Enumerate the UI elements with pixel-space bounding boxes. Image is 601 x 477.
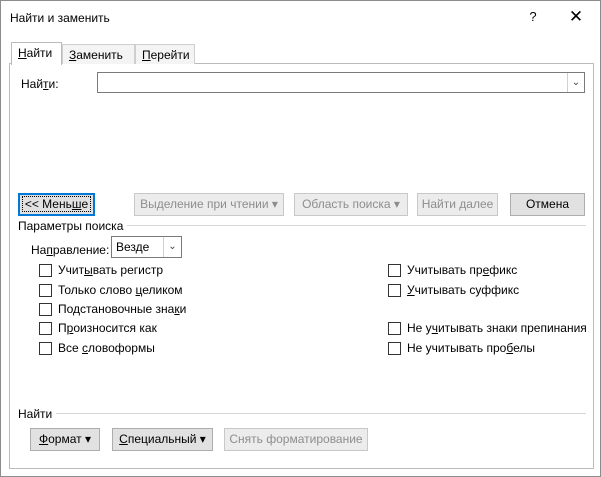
- format-button[interactable]: Формат ▾: [30, 428, 100, 451]
- find-section-title: Найти: [18, 407, 57, 421]
- tab-replace-label: аменить: [76, 48, 123, 62]
- help-button[interactable]: ?: [521, 5, 545, 29]
- search-options-title: Параметры поиска: [18, 219, 128, 233]
- special-button[interactable]: Специальный ▾: [112, 428, 213, 451]
- chevron-down-icon[interactable]: ⌄: [163, 237, 181, 257]
- tab-goto-label: ерейти: [150, 48, 190, 62]
- checkbox-box[interactable]: [388, 342, 401, 355]
- find-label: Найти:: [21, 77, 59, 91]
- tab-goto[interactable]: Перейти: [135, 44, 195, 64]
- cancel-button[interactable]: Отмена: [510, 193, 585, 216]
- tab-find-label: айти: [26, 46, 53, 60]
- checkbox-box[interactable]: [39, 303, 52, 316]
- checkbox-box[interactable]: [388, 322, 401, 335]
- window-title: Найти и заменить: [10, 11, 110, 25]
- checkbox-box[interactable]: [388, 264, 401, 277]
- checkbox-box[interactable]: [39, 264, 52, 277]
- less-button[interactable]: << Меньше: [18, 193, 95, 216]
- find-section-divider: [21, 413, 586, 414]
- checkbox-box[interactable]: [39, 284, 52, 297]
- title-bar: Найти и заменить ? ✕: [1, 1, 600, 34]
- search-in-button[interactable]: Область поиска ▾: [294, 193, 408, 216]
- direction-label: Направление:: [31, 243, 110, 257]
- close-button[interactable]: ✕: [561, 5, 591, 29]
- checkbox-box[interactable]: [388, 284, 401, 297]
- tab-goto-mnemonic: П: [142, 48, 151, 62]
- direction-select[interactable]: Везде ⌄: [111, 236, 182, 258]
- find-next-button[interactable]: Найти далее: [417, 193, 498, 216]
- tab-find[interactable]: Найти: [11, 42, 62, 65]
- checkbox-box[interactable]: [39, 322, 52, 335]
- direction-value: Везде: [116, 240, 150, 254]
- clear-formatting-button[interactable]: Снять форматирование: [224, 428, 368, 451]
- find-input[interactable]: ⌄: [97, 72, 585, 93]
- tab-replace[interactable]: Заменить: [62, 44, 135, 64]
- checkbox-box[interactable]: [39, 342, 52, 355]
- chevron-down-icon[interactable]: ⌄: [567, 73, 584, 92]
- reading-highlight-button[interactable]: Выделение при чтении ▾: [134, 193, 284, 216]
- find-replace-dialog: Найти и заменить ? ✕ Найти Заменить Пере…: [0, 0, 601, 477]
- tab-find-mnemonic: Н: [18, 46, 27, 60]
